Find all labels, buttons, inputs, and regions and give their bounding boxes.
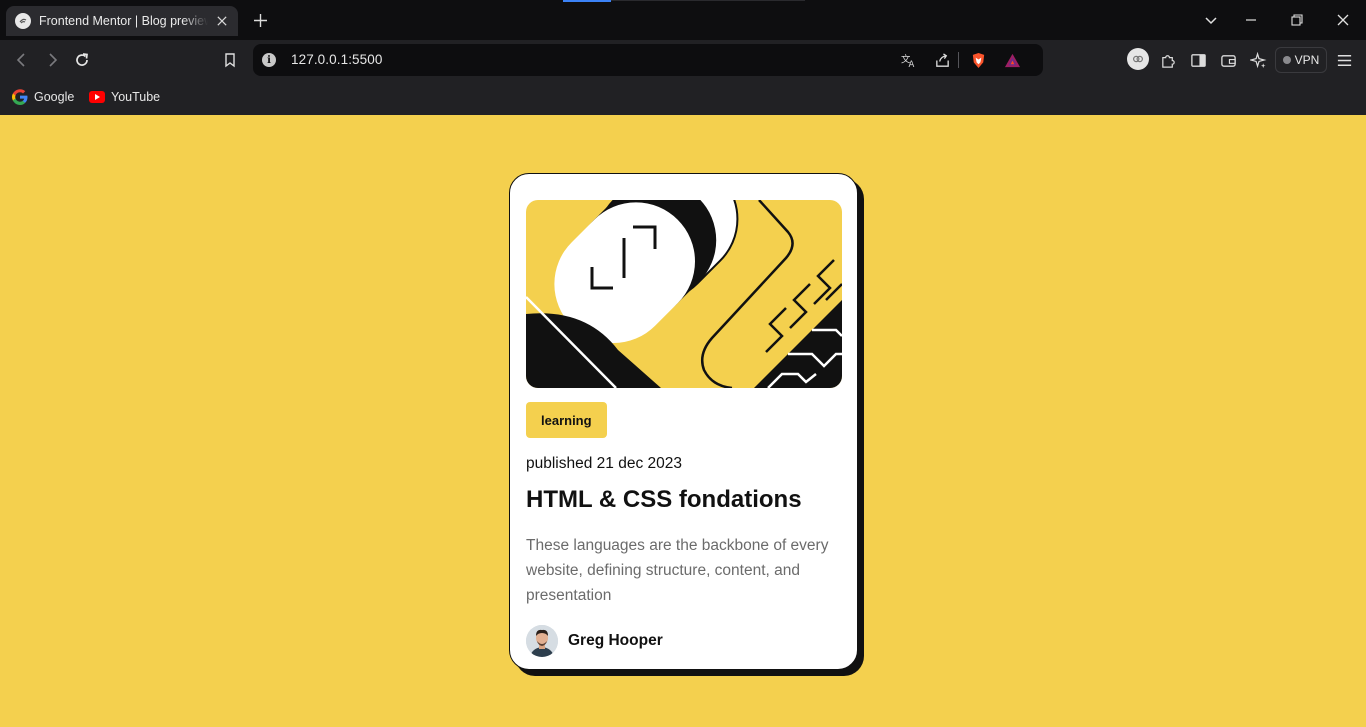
- svg-text:A: A: [908, 60, 914, 69]
- author-block: Greg Hooper: [526, 625, 841, 657]
- share-icon[interactable]: [933, 51, 951, 69]
- google-icon: [12, 89, 28, 105]
- address-bar[interactable]: i 127.0.0.1:5500 文A: [253, 44, 1043, 76]
- forward-button[interactable]: [41, 49, 63, 71]
- card-description: These languages are the backbone of ever…: [526, 537, 829, 604]
- new-tab-button[interactable]: [250, 10, 270, 30]
- bookmark-google[interactable]: Google: [12, 87, 74, 107]
- tab-scroll-track: [611, 0, 805, 1]
- omnibox-separator: [958, 52, 959, 68]
- leo-ai-sparkle-icon[interactable]: [1247, 49, 1269, 71]
- tab-strip: Frontend Mentor | Blog preview card: [0, 0, 1366, 40]
- card-title[interactable]: HTML & CSS fondations: [526, 486, 841, 514]
- card-illustration: [526, 200, 842, 388]
- category-tag[interactable]: learning: [526, 402, 607, 438]
- published-date: published 21 dec 2023: [526, 455, 682, 472]
- minimize-button[interactable]: [1239, 8, 1263, 32]
- browser-tab-active[interactable]: Frontend Mentor | Blog preview card: [6, 6, 238, 36]
- youtube-icon: [89, 91, 105, 103]
- brave-shields-icon[interactable]: [969, 51, 987, 69]
- bookmark-label: Google: [34, 90, 75, 104]
- vpn-status-dot-icon: [1282, 56, 1291, 64]
- url-text: 127.0.0.1:5500: [291, 52, 383, 67]
- bookmarks-bar: Google YouTube: [0, 80, 1366, 115]
- tab-search-chevron-down-icon[interactable]: [1199, 8, 1223, 32]
- sidebar-toggle-icon[interactable]: [1187, 49, 1209, 71]
- blog-preview-card: learning published 21 dec 2023 HTML & CS…: [509, 173, 858, 670]
- menu-hamburger-icon[interactable]: [1333, 49, 1355, 71]
- wallet-icon[interactable]: [1217, 49, 1239, 71]
- reload-button[interactable]: [71, 49, 93, 71]
- vpn-button[interactable]: VPN: [1275, 47, 1327, 73]
- extensions-puzzle-icon[interactable]: [1157, 49, 1179, 71]
- bookmark-icon[interactable]: [219, 49, 241, 71]
- avatar: [526, 625, 558, 657]
- frontend-mentor-favicon-icon: [15, 13, 31, 29]
- profile-link-icon[interactable]: [1127, 48, 1149, 70]
- site-info-icon[interactable]: i: [262, 53, 276, 67]
- brave-rewards-icon[interactable]: [1003, 51, 1021, 69]
- author-name: Greg Hooper: [568, 632, 663, 649]
- back-button[interactable]: [11, 49, 33, 71]
- vpn-label: VPN: [1294, 53, 1320, 67]
- close-window-button[interactable]: [1331, 8, 1355, 32]
- bookmark-youtube[interactable]: YouTube: [89, 87, 160, 107]
- translate-icon[interactable]: 文A: [899, 51, 917, 69]
- tab-close-icon[interactable]: [214, 13, 230, 29]
- tab-scroll-indicator: [563, 0, 611, 2]
- tab-title: Frontend Mentor | Blog preview card: [39, 14, 208, 28]
- bookmark-label: YouTube: [111, 90, 161, 104]
- restore-button[interactable]: [1285, 8, 1309, 32]
